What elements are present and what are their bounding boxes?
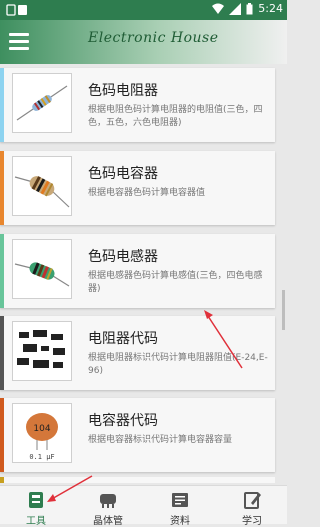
list-item-partial[interactable] (0, 477, 275, 483)
list-item-color-inductor[interactable]: 色码电感器 根据电感器色码计算电感值(三色，四色电感器) (0, 234, 275, 308)
bottom-tab-bar: 工具 晶体管 资料 学习 (0, 485, 288, 527)
document-icon (172, 493, 188, 507)
item-title: 色码电感器 (88, 249, 158, 265)
capacitor-unit-text: 0.1 μF (29, 453, 54, 461)
list-item-color-capacitor[interactable]: 色码电容器 根据电容器色码计算电容器值 (0, 151, 275, 225)
item-title: 电容器代码 (88, 413, 158, 429)
accent-bar (0, 151, 4, 225)
accent-bar (0, 316, 4, 390)
accent-bar (0, 398, 4, 472)
app-bar: Electronic House (0, 20, 287, 64)
tab-label: 工具 (26, 516, 46, 527)
signal-icon (229, 2, 242, 15)
tab-label: 资料 (170, 516, 190, 527)
status-time: 5:24 (258, 2, 283, 15)
item-title: 电阻器代码 (88, 331, 158, 347)
app-title: Electronic House (88, 30, 219, 46)
inductor-icon (12, 239, 72, 299)
transistor-icon (100, 494, 116, 508)
item-description: 根据电感器色码计算电感值(三色，四色电感器) (88, 271, 263, 294)
list-item-color-resistor[interactable]: 色码电阻器 根据电阻色码计算电阻器的电阻值(三色，四色，五色，六色电阻器) (0, 68, 275, 142)
ceramic-capacitor-icon: 104 0.1 μF (12, 403, 72, 463)
resistor-icon (12, 73, 72, 133)
smd-resistor-icon (12, 321, 72, 381)
list-item-capacitor-code[interactable]: 104 0.1 μF 电容器代码 根据电容器标识代码计算电容器容量 (0, 398, 275, 472)
capacitor-code-text: 104 (33, 424, 50, 434)
tab-reference[interactable]: 资料 (144, 486, 216, 527)
notification-icon (6, 4, 27, 16)
item-description: 根据电容器标识代码计算电容器容量 (88, 435, 233, 445)
item-description: 根据电容器色码计算电容器值 (88, 188, 206, 198)
item-title: 色码电容器 (88, 166, 158, 182)
accent-bar (0, 68, 4, 142)
hamburger-icon (9, 33, 29, 36)
item-description: 根据电阻色码计算电阻器的电阻值(三色，四色，五色，六色电阻器) (88, 105, 263, 128)
scrollbar[interactable] (282, 290, 285, 330)
menu-button[interactable] (9, 33, 29, 51)
tab-learning[interactable]: 学习 (216, 486, 288, 527)
item-title: 色码电阻器 (88, 83, 158, 99)
tab-transistor[interactable]: 晶体管 (72, 486, 144, 527)
notebook-edit-icon (244, 492, 261, 509)
accent-bar (0, 234, 4, 308)
toolbox-icon (29, 492, 43, 508)
notification-icons (6, 3, 28, 20)
battery-icon (246, 2, 253, 14)
tab-label: 学习 (242, 516, 262, 527)
tab-label: 晶体管 (93, 516, 123, 527)
status-bar: 5:24 (0, 0, 287, 20)
capacitor-icon (12, 156, 72, 216)
tab-tools[interactable]: 工具 (0, 486, 72, 527)
wifi-icon (212, 3, 225, 14)
list-item-resistor-code[interactable]: 电阻器代码 根据电阻器标识代码计算电阻器阻值(E-24,E-96) (0, 316, 275, 390)
item-description: 根据电阻器标识代码计算电阻器阻值(E-24,E-96) (88, 353, 268, 376)
